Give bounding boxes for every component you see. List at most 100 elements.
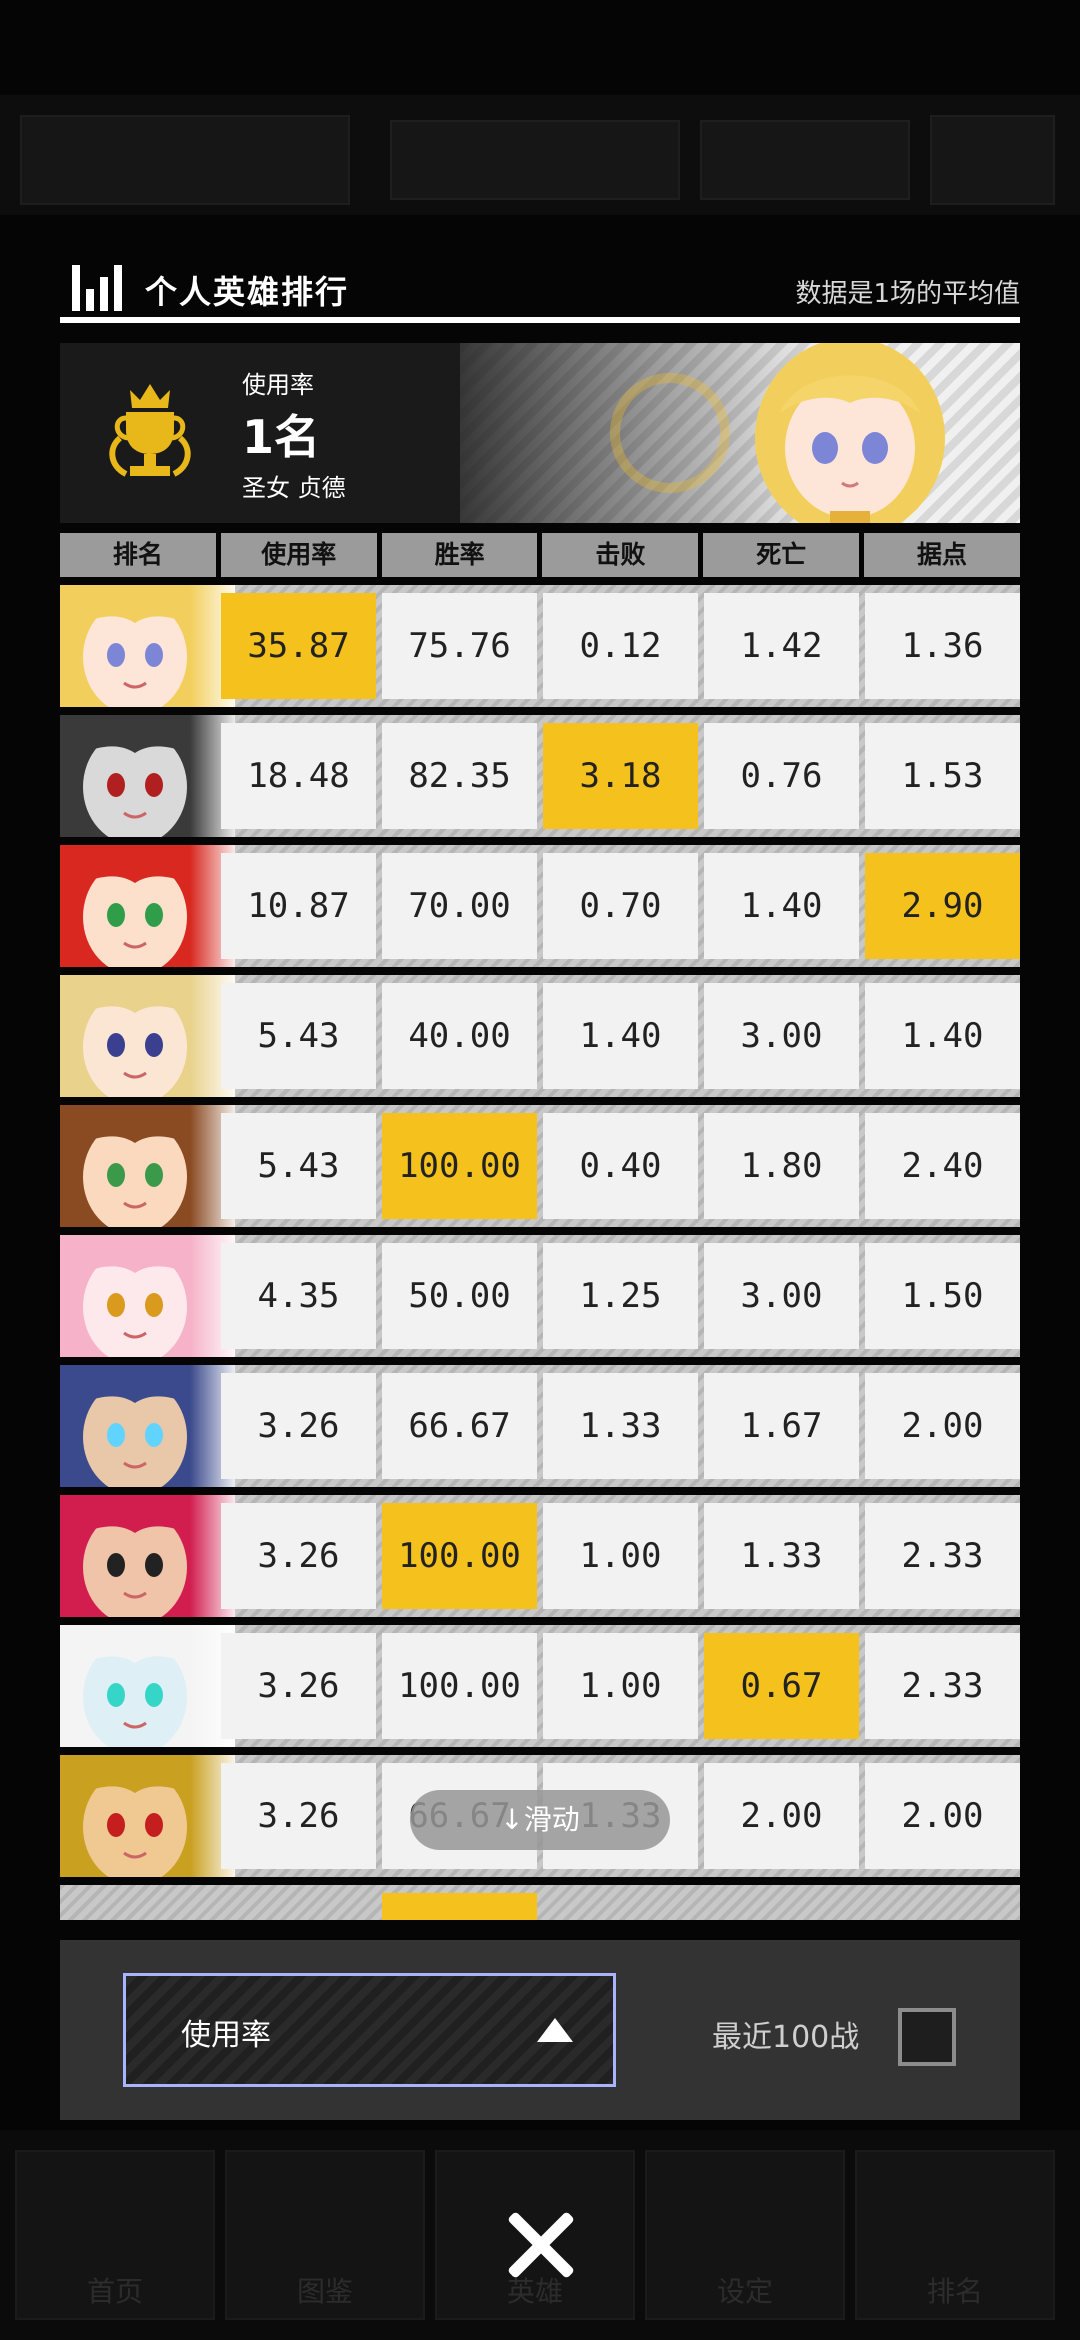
cell-kills: 1.40 [543, 983, 698, 1089]
cell-usage: 35.87 [221, 593, 376, 699]
recent-battles-checkbox[interactable] [898, 2008, 956, 2066]
cell-deaths: 3.00 [704, 983, 859, 1089]
hero-portrait [755, 343, 945, 523]
cell-usage: 3.26 [221, 1503, 376, 1609]
hero-avatar [60, 1625, 235, 1747]
hero-avatar [60, 1755, 235, 1877]
hero-avatar [60, 1365, 235, 1487]
cell-points: 2.40 [865, 1113, 1020, 1219]
cell-winrate: 75.76 [382, 593, 537, 699]
background-currency [700, 120, 910, 200]
table-row[interactable]: 10.87 70.00 0.70 1.40 2.90 [60, 845, 1020, 967]
ranking-list[interactable]: 35.87 75.76 0.12 1.42 1.36 18.48 82.35 3.18 0.76… [60, 585, 1020, 1920]
hero-avatar [60, 585, 235, 707]
cell-deaths: 3.00 [704, 1243, 859, 1349]
close-icon[interactable] [500, 2205, 580, 2285]
table-row[interactable]: 18.48 82.35 3.18 0.76 1.53 [60, 715, 1020, 837]
hero-avatar [60, 975, 235, 1097]
background-level [390, 120, 680, 200]
bottom-tab-label: 首页 [86, 2275, 143, 2308]
table-row[interactable]: 35.87 75.76 0.12 1.42 1.36 [60, 585, 1020, 707]
table-row[interactable]: 3.26 100.00 1.00 0.67 2.33 [60, 1625, 1020, 1747]
cell-kills: 1.00 [543, 1503, 698, 1609]
bottom-tab-label: 设定 [716, 2275, 773, 2308]
cell-usage: 5.43 [221, 1113, 376, 1219]
table-row[interactable]: 4.35 50.00 1.25 3.00 1.50 [60, 1235, 1020, 1357]
column-header-points[interactable]: 据点 [864, 533, 1020, 577]
cell-winrate: 100.00 [382, 1113, 537, 1219]
cell-deaths: 1.80 [704, 1113, 859, 1219]
cell-points: 1.50 [865, 1243, 1020, 1349]
table-row[interactable]: 5.43 100.00 0.40 1.80 2.40 [60, 1105, 1020, 1227]
cell-usage: 3.26 [221, 1633, 376, 1739]
column-header-usage[interactable]: 使用率 [220, 533, 377, 577]
cell-kills: 0.12 [543, 593, 698, 699]
sort-dropdown[interactable]: 使用率 [123, 1973, 616, 2087]
filter-bar: 使用率 最近100战 [60, 1940, 1020, 2120]
cell-points: 2.33 [865, 1503, 1020, 1609]
cell-deaths: 1.42 [704, 593, 859, 699]
trophy-icon [109, 384, 191, 477]
banner-rank: 1名 [242, 410, 321, 464]
cell-winrate: 70.00 [382, 853, 537, 959]
column-header-rank[interactable]: 排名 [60, 533, 216, 577]
cell-points: 2.90 [865, 853, 1020, 959]
cell-usage: 3.26 [221, 1763, 376, 1869]
panel-header: 个人英雄排行 数据是1场的平均值 [60, 255, 1020, 325]
cell-kills: 1.33 [543, 1373, 698, 1479]
column-header-winrate[interactable]: 胜率 [381, 533, 538, 577]
bottom-tab-label: 图鉴 [296, 2275, 353, 2308]
cell-deaths: 0.67 [704, 1633, 859, 1739]
panel-title: 个人英雄排行 [145, 273, 350, 311]
column-header-deaths[interactable]: 死亡 [703, 533, 860, 577]
cell-winrate: 40.00 [382, 983, 537, 1089]
cell-points: 1.40 [865, 983, 1020, 1089]
table-row[interactable]: 5.43 40.00 1.40 3.00 1.40 [60, 975, 1020, 1097]
bottom-tab-1: 首页 [15, 2150, 215, 2320]
cell-winrate [382, 1893, 537, 1920]
hero-avatar [60, 845, 235, 967]
bottom-tab-4: 设定 [645, 2150, 845, 2320]
triangle-up-icon [537, 2018, 573, 2042]
scroll-hint: ↓滑动 [410, 1790, 670, 1850]
cell-winrate: 50.00 [382, 1243, 537, 1349]
banner-hero-name: 圣女 贞德 [242, 474, 346, 502]
cell-kills: 3.18 [543, 723, 698, 829]
cell-points: 2.00 [865, 1373, 1020, 1479]
header-divider [60, 317, 1020, 323]
top-hero-banner: 使用率 1名 圣女 贞德 [60, 343, 1020, 523]
bottom-tab-5: 排名 [855, 2150, 1055, 2320]
bottom-tab-2: 图鉴 [225, 2150, 425, 2320]
cell-points: 2.33 [865, 1633, 1020, 1739]
table-header: 排名 使用率 胜率 击败 死亡 据点 [60, 533, 1020, 577]
cell-deaths: 1.67 [704, 1373, 859, 1479]
cell-winrate: 100.00 [382, 1633, 537, 1739]
bottom-tab-label: 排名 [926, 2275, 983, 2308]
sort-dropdown-label: 使用率 [181, 2018, 271, 2053]
hero-avatar [60, 1105, 235, 1227]
banner-metric-label: 使用率 [242, 371, 314, 399]
hero-avatar [60, 715, 235, 837]
cell-kills: 1.00 [543, 1633, 698, 1739]
cell-kills: 0.70 [543, 853, 698, 959]
column-header-kills[interactable]: 击败 [542, 533, 699, 577]
cell-points: 2.00 [865, 1763, 1020, 1869]
cell-deaths: 1.33 [704, 1503, 859, 1609]
bar-chart-icon [72, 265, 124, 311]
cell-deaths: 1.40 [704, 853, 859, 959]
table-row-partial[interactable] [60, 1885, 1020, 1920]
cell-winrate: 100.00 [382, 1503, 537, 1609]
hero-avatar [60, 1495, 235, 1617]
cell-usage: 5.43 [221, 983, 376, 1089]
panel-note: 数据是1场的平均值 [795, 279, 1020, 309]
hero-avatar [60, 1235, 235, 1357]
cell-winrate: 66.67 [382, 1373, 537, 1479]
cell-usage: 3.26 [221, 1373, 376, 1479]
cell-points: 1.36 [865, 593, 1020, 699]
cell-kills: 0.40 [543, 1113, 698, 1219]
background-top-bar [0, 95, 1080, 215]
table-row[interactable]: 3.26 100.00 1.00 1.33 2.33 [60, 1495, 1020, 1617]
cell-usage: 18.48 [221, 723, 376, 829]
table-row[interactable]: 3.26 66.67 1.33 1.67 2.00 [60, 1365, 1020, 1487]
cell-usage: 10.87 [221, 853, 376, 959]
